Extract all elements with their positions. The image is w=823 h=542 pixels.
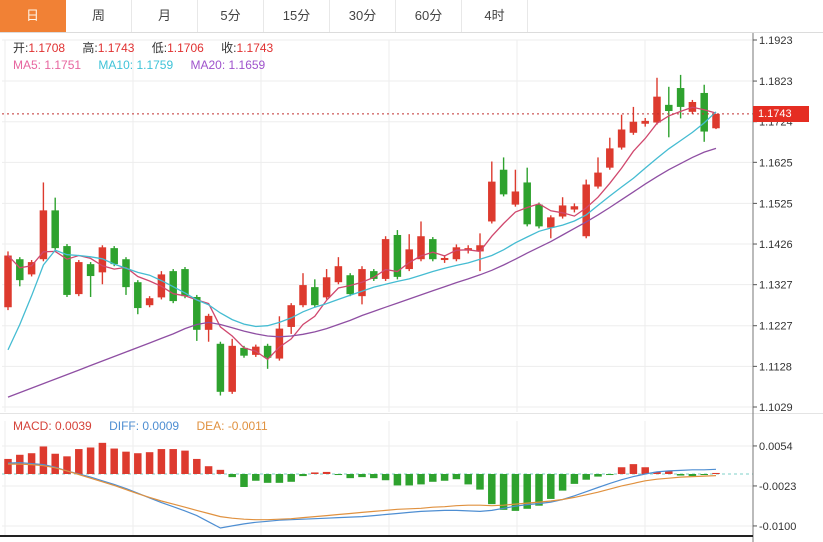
trading-chart-app: 日周月 5分 15分 30分 60分 4时 开:1.1708 高:1.1743 低:1.1… [0, 0, 823, 542]
macd-histogram [4, 442, 720, 511]
ma10-label: MA10: [98, 58, 134, 72]
quote-row: 开:1.1708 高:1.1743 低:1.1706 收:1.1743 [13, 39, 287, 56]
period-tab-2[interactable]: 月 [132, 0, 198, 32]
low-label: 低: [151, 41, 168, 55]
svg-text:1.1426: 1.1426 [759, 239, 793, 251]
svg-text:-0.0100: -0.0100 [759, 521, 796, 533]
macd-axis-labels: 0.0054 -0.0023 -0.0100 [753, 441, 796, 533]
svg-text:0.0054: 0.0054 [759, 441, 793, 453]
period-tab-5[interactable]: 30分 [330, 0, 396, 32]
dea-value: -0.0011 [227, 419, 268, 433]
svg-text:-0.0023: -0.0023 [759, 481, 796, 493]
open-label: 开: [13, 41, 29, 55]
svg-text:1.1227: 1.1227 [759, 321, 793, 333]
period-tab-3[interactable]: 5分 [198, 0, 264, 32]
ma5-value: 1.1751 [44, 58, 82, 72]
macd-value: 0.0039 [55, 419, 92, 433]
ma5-label: MA5: [13, 58, 42, 72]
ma20-label: MA20: [190, 58, 226, 72]
svg-text:1.1625: 1.1625 [759, 157, 793, 169]
main-candlestick-chart[interactable]: 1.19231.18231.17241.16251.15251.14261.13… [0, 33, 823, 413]
svg-text:1.1923: 1.1923 [759, 35, 793, 47]
svg-text:1.1823: 1.1823 [759, 76, 793, 88]
price-axis-labels: 1.19231.18231.17241.16251.15251.14261.13… [753, 35, 793, 413]
period-tabbar: 日周月 5分 15分 30分 60分 4时 [0, 0, 823, 33]
high-value: 1.1743 [97, 41, 135, 55]
ma10-value: 1.1759 [136, 58, 174, 72]
period-tab-1[interactable]: 周 [66, 0, 132, 32]
svg-text:1.1029: 1.1029 [759, 402, 793, 413]
period-tab-4[interactable]: 15分 [264, 0, 330, 32]
diff-value: 0.0009 [142, 419, 180, 433]
high-label: 高: [82, 41, 98, 55]
period-tab-0[interactable]: 日 [0, 0, 66, 32]
open-value: 1.1708 [28, 41, 66, 55]
ma20-value: 1.1659 [228, 58, 266, 72]
period-tab-7[interactable]: 4时 [462, 0, 528, 32]
svg-text:1.1327: 1.1327 [759, 280, 793, 292]
macd-label: MACD: [13, 419, 52, 433]
close-label: 收: [221, 41, 237, 55]
svg-text:1.1128: 1.1128 [759, 361, 792, 373]
dea-label: DEA: [196, 419, 225, 433]
macd-legend-row: MACD: 0.0039 DIFF: 0.0009 DEA: -0.0011 [13, 419, 282, 433]
period-tab-6[interactable]: 60分 [396, 0, 462, 32]
ma-legend-row: MA5: 1.1751 MA10: 1.1759 MA20: 1.1659 [13, 58, 279, 72]
candles [4, 74, 720, 396]
low-value: 1.1706 [167, 41, 204, 55]
last-price-badge: 1.1743 [753, 106, 809, 122]
svg-text:1.1525: 1.1525 [759, 198, 793, 210]
close-value: 1.1743 [236, 41, 274, 55]
diff-label: DIFF: [109, 419, 140, 433]
